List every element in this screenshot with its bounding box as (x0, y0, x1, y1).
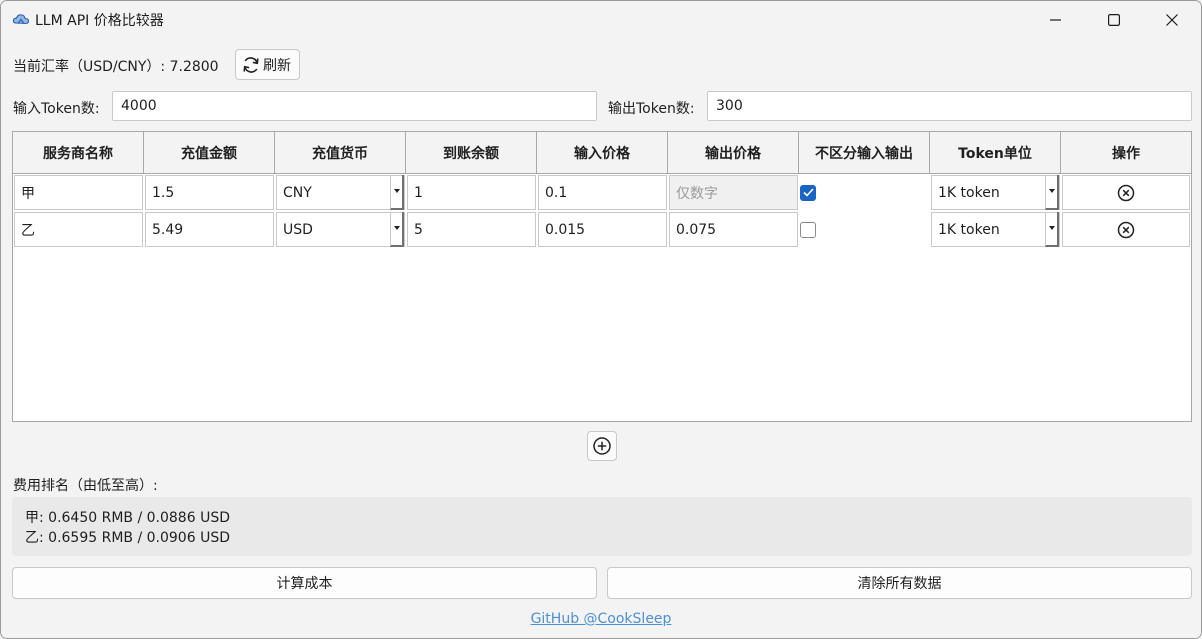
clear-all-button[interactable]: 清除所有数据 (607, 567, 1192, 599)
currency-select[interactable]: USD (276, 211, 405, 247)
column-header-unified: 不区分输入输出 (799, 132, 930, 174)
input-price-field[interactable]: 0.015 (538, 212, 667, 247)
input-tokens-label: 输入Token数: (13, 101, 100, 117)
output-tokens-field[interactable]: 300 (707, 91, 1192, 121)
provider-table: 服务商名称 充值金额 充值货币 到账余额 输入价格 输出价格 不区分输入输出 T… (12, 131, 1192, 422)
token-unit-select-value: 1K token (938, 184, 1000, 201)
add-row-button[interactable] (587, 431, 617, 461)
cloud-app-icon (12, 14, 30, 25)
column-header-output-price: 输出价格 (668, 132, 799, 174)
amount-field[interactable]: 1.5 (145, 175, 274, 210)
balance-field[interactable]: 5 (407, 212, 536, 247)
output-price-field[interactable]: 0.075 (669, 212, 798, 247)
delete-row-button[interactable] (1062, 212, 1190, 247)
column-header-token-unit: Token单位 (930, 132, 1061, 174)
column-header-amount: 充值金额 (144, 132, 275, 174)
token-unit-select[interactable]: 1K token (931, 174, 1060, 210)
ranking-line: 乙: 0.6595 RMB / 0.0906 USD (25, 530, 230, 546)
token-unit-select[interactable]: 1K token (931, 211, 1060, 247)
calculate-button[interactable]: 计算成本 (12, 567, 597, 599)
column-header-currency: 充值货币 (275, 132, 406, 174)
remove-circle-icon (1117, 221, 1135, 238)
chevron-down-icon (1045, 211, 1059, 247)
output-price-field[interactable]: 仅数字 (669, 175, 798, 210)
close-button[interactable] (1143, 1, 1201, 38)
table-header: 服务商名称 充值金额 充值货币 到账余额 输入价格 输出价格 不区分输入输出 T… (13, 132, 1191, 174)
refresh-icon (243, 56, 259, 73)
minimize-button[interactable] (1027, 1, 1085, 38)
exchange-rate-label: 当前汇率（USD/CNY）: 7.2800 (13, 59, 219, 75)
unified-checkbox[interactable] (800, 221, 816, 238)
chevron-down-icon (1045, 174, 1059, 210)
column-header-name: 服务商名称 (13, 132, 144, 174)
chevron-down-icon (390, 174, 404, 210)
ranking-results: 甲: 0.6450 RMB / 0.0886 USD 乙: 0.6595 RMB… (12, 497, 1192, 556)
client-area: 当前汇率（USD/CNY）: 7.2800 刷新 输入Token数: 4000 … (1, 38, 1201, 638)
currency-select-value: USD (283, 221, 313, 238)
column-header-actions: 操作 (1061, 132, 1191, 174)
checkmark-icon (802, 188, 814, 197)
currency-select[interactable]: CNY (276, 174, 405, 210)
token-unit-select-value: 1K token (938, 221, 1000, 238)
remove-circle-icon (1117, 184, 1135, 201)
refresh-label: 刷新 (263, 57, 291, 74)
input-price-field[interactable]: 0.1 (538, 175, 667, 210)
output-tokens-label: 输出Token数: (608, 101, 695, 117)
column-header-input-price: 输入价格 (537, 132, 668, 174)
maximize-icon (1108, 13, 1120, 26)
provider-name-field[interactable]: 乙 (14, 212, 143, 247)
github-link[interactable]: GitHub @CookSleep (1, 611, 1201, 627)
balance-field[interactable]: 1 (407, 175, 536, 210)
ranking-label: 费用排名（由低至高）: (13, 478, 158, 494)
column-header-balance: 到账余额 (406, 132, 537, 174)
input-tokens-field[interactable]: 4000 (112, 91, 597, 121)
maximize-button[interactable] (1085, 1, 1143, 38)
unified-checkbox[interactable] (800, 184, 816, 201)
chevron-down-icon (390, 211, 404, 247)
app-window: LLM API 价格比较器 当前汇率（USD/CNY）: 7.2800 刷新 输… (0, 0, 1202, 639)
table-row: 乙 5.49 USD 5 0.015 0.075 1K token (13, 211, 1191, 248)
provider-name-field[interactable]: 甲 (14, 175, 143, 210)
currency-select-value: CNY (283, 184, 312, 201)
add-circle-icon (593, 437, 611, 455)
ranking-line: 甲: 0.6450 RMB / 0.0886 USD (25, 510, 230, 526)
window-title: LLM API 价格比较器 (35, 13, 164, 29)
delete-row-button[interactable] (1062, 175, 1190, 210)
table-row: 甲 1.5 CNY 1 0.1 仅数字 1K token (13, 174, 1191, 211)
minimize-icon (1050, 18, 1061, 21)
close-icon (1166, 13, 1178, 26)
amount-field[interactable]: 5.49 (145, 212, 274, 247)
title-bar: LLM API 价格比较器 (1, 1, 1201, 38)
refresh-button[interactable]: 刷新 (235, 49, 300, 80)
